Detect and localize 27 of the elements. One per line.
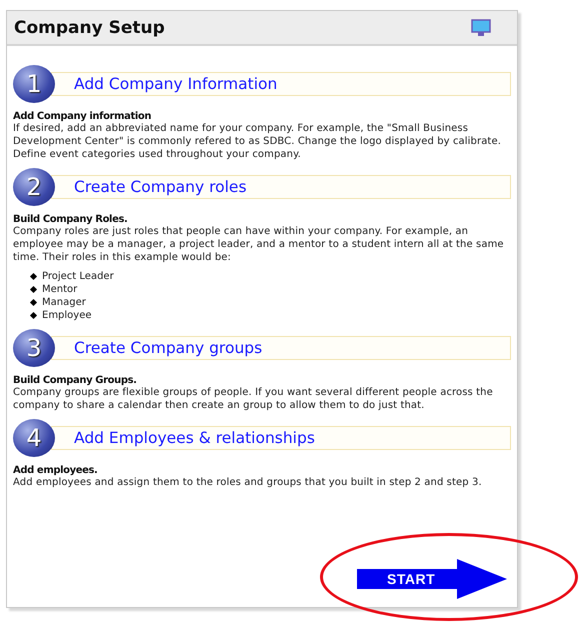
step-heading[interactable]: Create Company roles [51, 175, 511, 199]
bullet-icon [30, 272, 38, 280]
step-description: Add employees and assign them to the roles and groups that you built in step 2 and step 3. [13, 476, 483, 489]
list-item: Manager [42, 296, 86, 309]
step-description: Company groups are flexible groups of people. If you want several different people across the company to share a calendar then create an group to allow them to do just that. [13, 386, 494, 412]
step-subtitle: Build Company Roles. [13, 214, 128, 225]
bullet-icon [30, 298, 38, 306]
step-heading[interactable]: Create Company groups [51, 336, 511, 360]
step-heading[interactable]: Add Company Information [51, 72, 511, 96]
list-item: Project Leader [42, 270, 114, 283]
step-number: 1 [13, 65, 55, 103]
step-description: If desired, add an abbreviated name for your company. For example, the "Small Business Development Center" is commonly refered to as SDBC. Change the logo displayed by calibrate. Define event categories used throughout your company. [13, 122, 502, 161]
step-subtitle: Add employees. [13, 465, 98, 476]
step-number: 2 [13, 168, 55, 206]
monitor-icon [471, 18, 491, 36]
step-subtitle: Build Company Groups. [13, 375, 138, 386]
step-description: Company roles are just roles that people can have within your company. For example, an employee may be a manager, a project leader, and a mentor to a student intern all at the same time. Their roles in this example would be: [13, 225, 505, 264]
step-heading[interactable]: Add Employees & relationships [51, 426, 511, 450]
bullet-icon [30, 286, 38, 294]
panel-title: Company Setup [14, 18, 165, 38]
bullet-icon [30, 312, 38, 320]
step-number: 3 [13, 329, 55, 367]
start-button[interactable]: START [357, 559, 507, 599]
step-subtitle: Add Company information [13, 111, 152, 122]
list-item: Mentor [42, 283, 78, 296]
list-item: Employee [42, 309, 92, 322]
step-number: 4 [13, 419, 55, 457]
